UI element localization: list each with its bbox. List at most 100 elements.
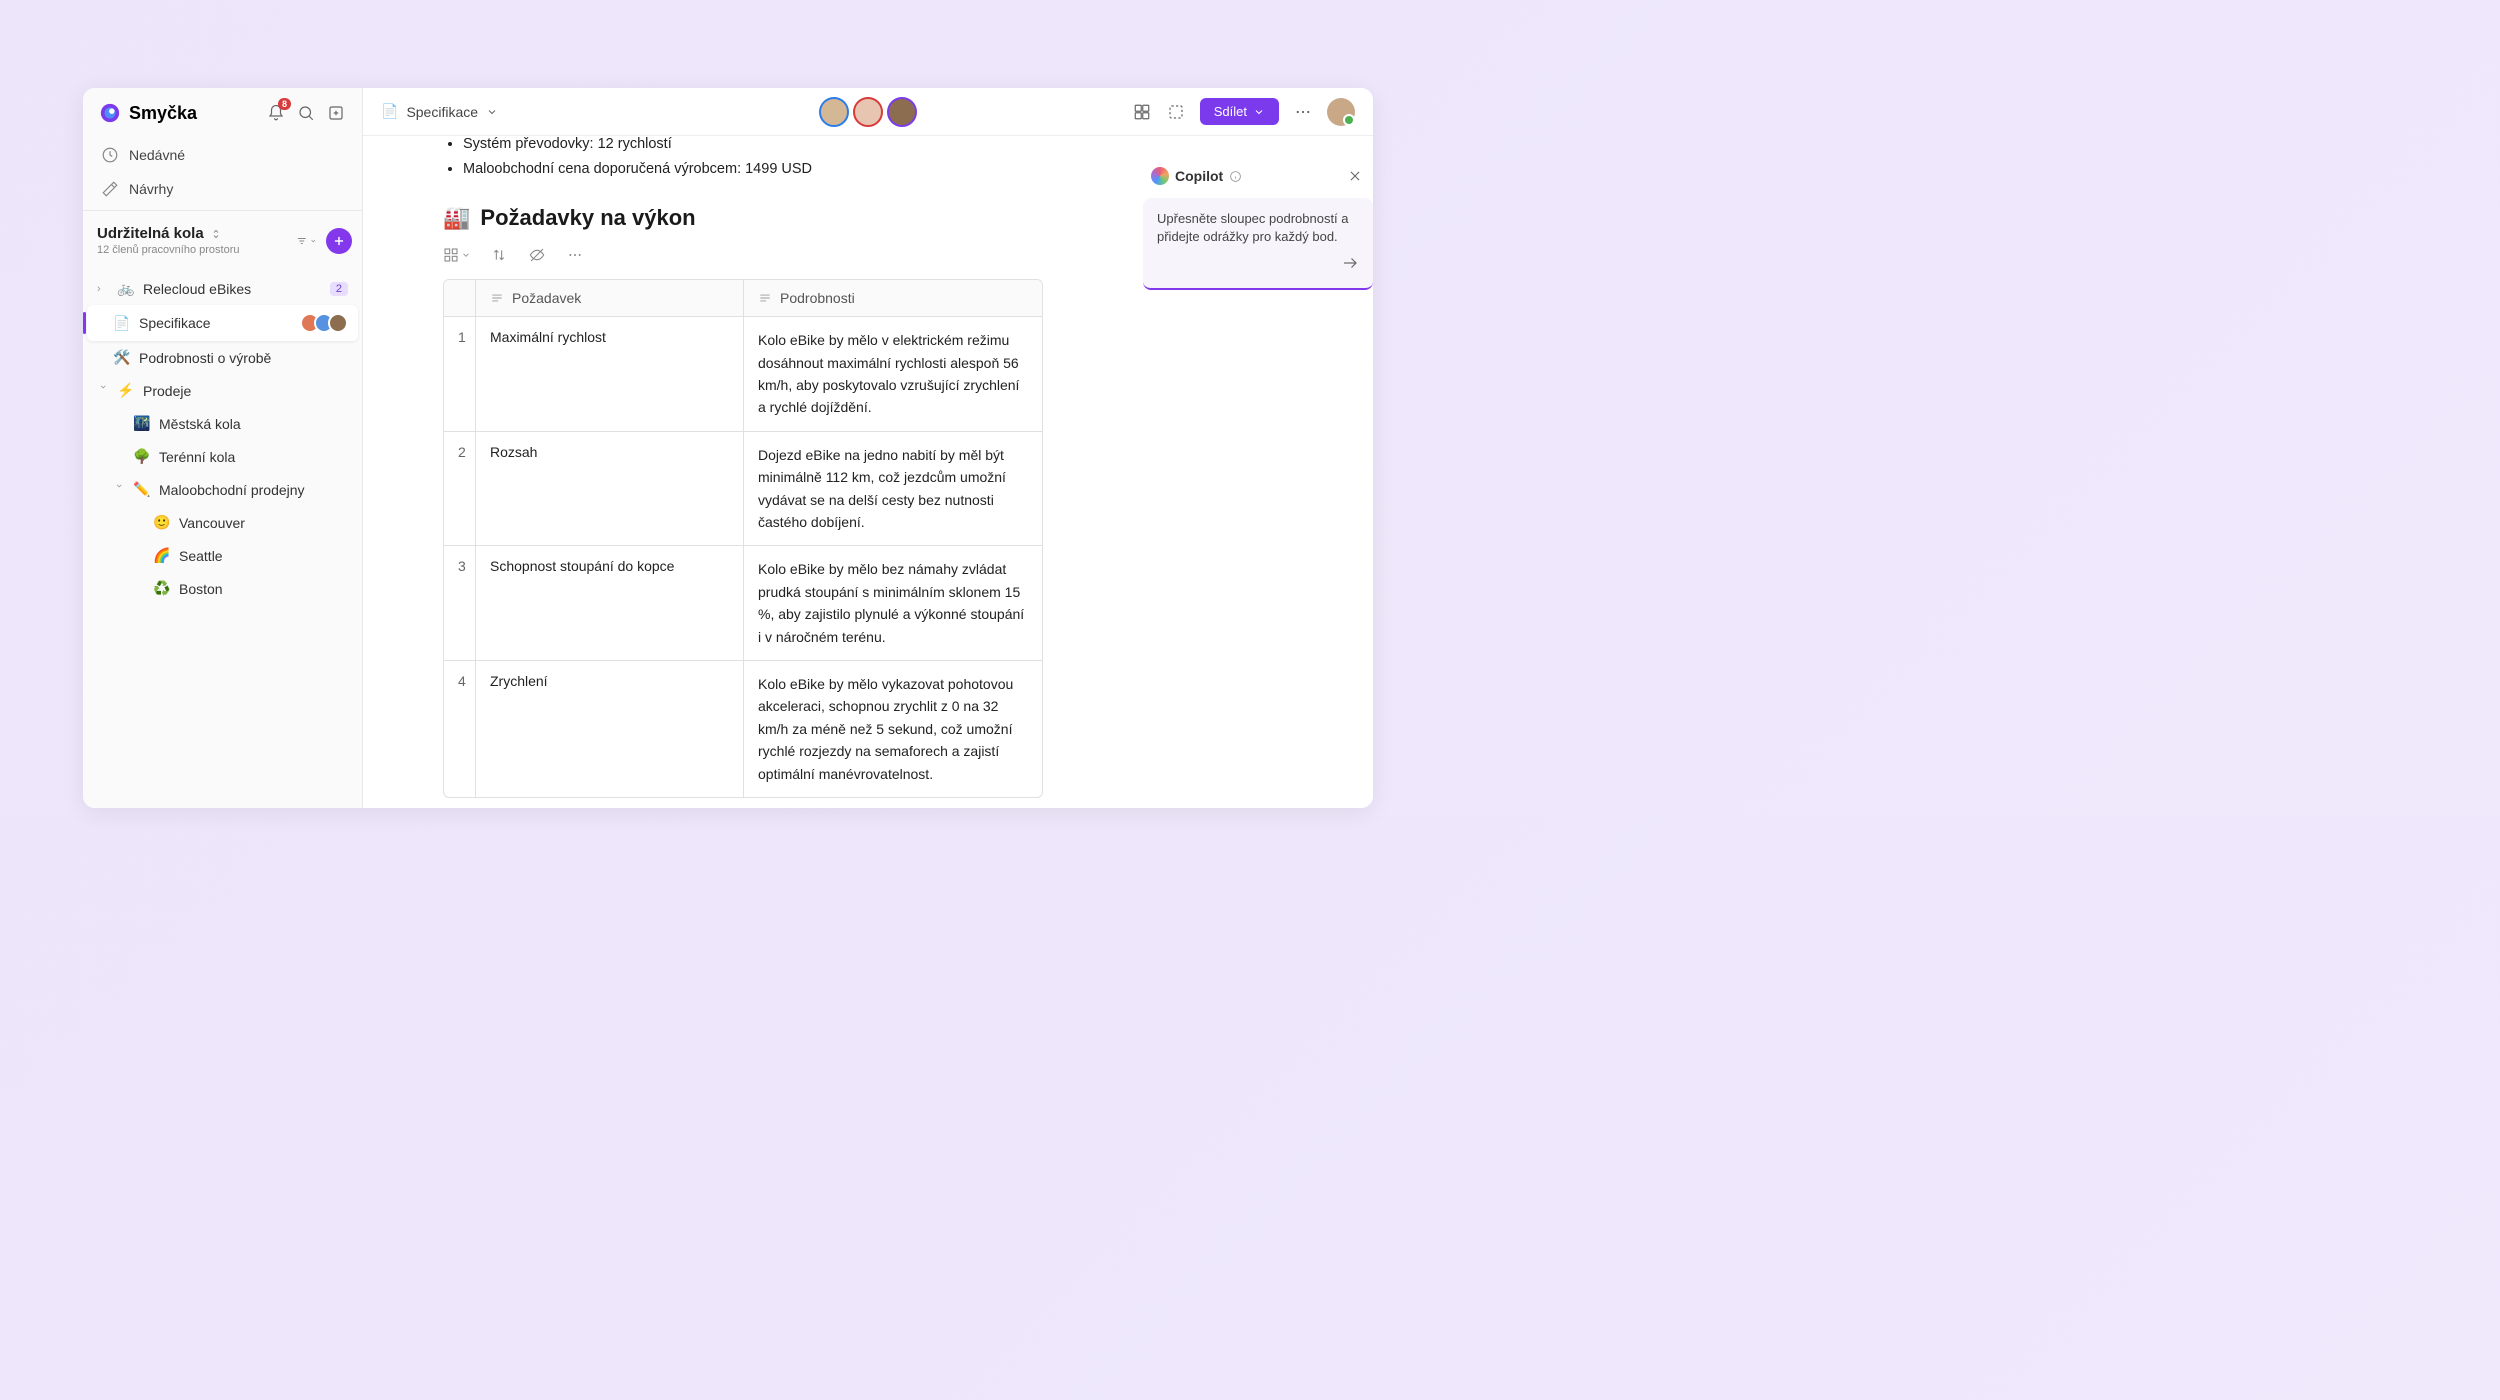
- tree-vancouver[interactable]: 🙂 Vancouver: [87, 506, 358, 539]
- tree-city-label: Městská kola: [159, 416, 241, 432]
- topbar: 📄 Specifikace Sdílet: [363, 88, 1373, 136]
- view-button[interactable]: [443, 245, 471, 265]
- filter-button[interactable]: [296, 231, 316, 251]
- clock-icon: [101, 146, 119, 164]
- copilot-header: Copilot: [1143, 160, 1373, 192]
- nav-recent[interactable]: Nedávné: [91, 138, 354, 172]
- tree-terrain-label: Terénní kola: [159, 449, 235, 465]
- component-button[interactable]: [1166, 102, 1186, 122]
- nav-recent-label: Nedávné: [129, 147, 185, 163]
- brand-logo-icon: [99, 102, 121, 124]
- tree-spec-label: Specifikace: [139, 315, 211, 331]
- cell-req: Zrychlení: [476, 661, 744, 797]
- brand-name: Smyčka: [129, 103, 197, 124]
- factory-icon: 🏭: [443, 205, 470, 231]
- share-label: Sdílet: [1214, 104, 1247, 119]
- presence-avatar[interactable]: [887, 97, 917, 127]
- table-row[interactable]: 2 Rozsah Dojezd eBike na jedno nabití by…: [444, 432, 1042, 547]
- topbar-right: Sdílet: [1132, 98, 1355, 126]
- copilot-close-button[interactable]: [1345, 166, 1365, 186]
- filter-icon: [296, 232, 308, 250]
- presence-avatar[interactable]: [819, 97, 849, 127]
- copilot-title: Copilot: [1175, 168, 1223, 184]
- table-row[interactable]: 4 Zrychlení Kolo eBike by mělo vykazovat…: [444, 661, 1042, 797]
- chevron-down-icon: [461, 250, 471, 260]
- copilot-prompt: Upřesněte sloupec podrobností a přidejte…: [1157, 210, 1359, 246]
- sidebar-header-actions: 8: [266, 103, 346, 123]
- sidebar-header: Smyčka 8: [83, 88, 362, 134]
- tree-boston[interactable]: ♻️ Boston: [87, 572, 358, 605]
- search-button[interactable]: [296, 103, 316, 123]
- tree-icon: 🌳: [133, 448, 151, 465]
- add-button[interactable]: [326, 228, 352, 254]
- bike-icon: 🚲: [117, 280, 135, 297]
- copilot-card[interactable]: Upřesněte sloupec podrobností a přidejte…: [1143, 198, 1373, 290]
- tree-sales[interactable]: › ⚡ Prodeje: [87, 374, 358, 407]
- cell-req: Maximální rychlost: [476, 317, 744, 431]
- content: Systém převodovky: 12 rychlostí Maloobch…: [363, 136, 1373, 808]
- share-button[interactable]: Sdílet: [1200, 98, 1279, 125]
- tree-city[interactable]: 🌃 Městská kola: [87, 407, 358, 440]
- app-frame: Smyčka 8 Nedávné: [83, 88, 1373, 808]
- tree-vancouver-label: Vancouver: [179, 515, 245, 531]
- tree-manufacturing[interactable]: 🛠️ Podrobnosti o výrobě: [87, 341, 358, 374]
- more-icon: [567, 247, 583, 263]
- page-icon: 📄: [381, 103, 398, 120]
- plus-icon: [332, 234, 346, 248]
- presence-avatar[interactable]: [853, 97, 883, 127]
- bullet-item: Systém převodovky: 12 rychlostí: [463, 136, 1293, 157]
- updown-icon[interactable]: [210, 228, 222, 240]
- tree-spec[interactable]: 📄 Specifikace: [87, 305, 358, 341]
- arrow-right-icon: [1341, 254, 1359, 272]
- hide-button[interactable]: [527, 245, 547, 265]
- face-icon: 🙂: [153, 514, 171, 531]
- workspace-title[interactable]: Udržitelná kola: [97, 225, 204, 242]
- cell-req: Rozsah: [476, 432, 744, 546]
- col-requirement-label: Požadavek: [512, 290, 581, 306]
- tree-seattle[interactable]: 🌈 Seattle: [87, 539, 358, 572]
- table-row[interactable]: 1 Maximální rychlost Kolo eBike by mělo …: [444, 317, 1042, 432]
- tree-spec-avatars: [306, 313, 348, 333]
- cell-num: 1: [444, 317, 476, 431]
- tree-terrain[interactable]: 🌳 Terénní kola: [87, 440, 358, 473]
- table-more-button[interactable]: [565, 245, 585, 265]
- page-icon: 📄: [113, 315, 131, 332]
- user-avatar[interactable]: [1327, 98, 1355, 126]
- cell-det: Dojezd eBike na jedno nabití by měl být …: [744, 432, 1042, 546]
- cell-num: 3: [444, 546, 476, 660]
- sort-button[interactable]: [489, 245, 509, 265]
- brand[interactable]: Smyčka: [99, 102, 197, 124]
- copilot-panel: Copilot Upřesněte sloupec podrobností a …: [1143, 160, 1373, 290]
- col-details[interactable]: Podrobnosti: [744, 280, 1042, 316]
- chevron-down-icon: [1253, 106, 1265, 118]
- chevron-down-icon: ›: [97, 385, 109, 397]
- tools-icon: 🛠️: [113, 349, 131, 366]
- workspace-tree: › 🚲 Relecloud eBikes 2 📄 Specifikace 🛠️ …: [83, 264, 362, 613]
- new-tab-button[interactable]: [326, 103, 346, 123]
- chevron-down-icon: [310, 236, 316, 246]
- tree-relecloud[interactable]: › 🚲 Relecloud eBikes 2: [87, 272, 358, 305]
- nav-drafts[interactable]: Návrhy: [91, 172, 354, 206]
- keyboard-button[interactable]: [1132, 102, 1152, 122]
- bolt-icon: ⚡: [117, 382, 135, 399]
- section-heading-text: Požadavky na výkon: [480, 205, 695, 231]
- nav-drafts-label: Návrhy: [129, 181, 173, 197]
- workspace-header: Udržitelná kola 12 členů pracovního pros…: [97, 225, 352, 256]
- sort-icon: [491, 247, 507, 263]
- more-button[interactable]: [1293, 102, 1313, 122]
- recycle-icon: ♻️: [153, 580, 171, 597]
- tree-retail[interactable]: › ✏️ Maloobchodní prodejny: [87, 473, 358, 506]
- eye-off-icon: [529, 247, 545, 263]
- workspace-section: Udržitelná kola 12 členů pracovního pros…: [83, 210, 362, 264]
- table-row[interactable]: 3 Schopnost stoupání do kopce Kolo eBike…: [444, 546, 1042, 661]
- col-requirement[interactable]: Požadavek: [476, 280, 744, 316]
- table-header: Požadavek Podrobnosti: [444, 280, 1042, 317]
- info-icon[interactable]: [1229, 170, 1242, 183]
- tree-manufacturing-label: Podrobnosti o výrobě: [139, 350, 271, 366]
- search-icon: [297, 104, 315, 122]
- breadcrumb[interactable]: 📄 Specifikace: [381, 103, 498, 120]
- rainbow-icon: 🌈: [153, 547, 171, 564]
- copilot-submit[interactable]: [1157, 254, 1359, 277]
- notifications-button[interactable]: 8: [266, 103, 286, 123]
- copilot-logo-icon: [1151, 167, 1169, 185]
